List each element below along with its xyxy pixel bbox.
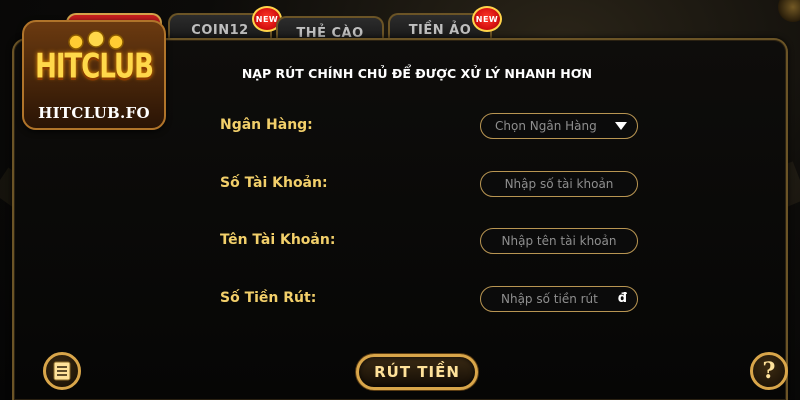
tab-label: COIN12 <box>191 22 249 38</box>
tab-label: TIỀN ẢO <box>408 22 472 38</box>
withdraw-button[interactable]: RÚT TIỀN <box>356 354 478 390</box>
question-icon: ? <box>762 358 776 384</box>
hitclub-logo: HITCLUB HITCLUB.FO <box>22 20 166 130</box>
corner-decoration <box>778 0 800 22</box>
account-number-placeholder: Nhập số tài khoản <box>504 177 614 191</box>
bank-select[interactable]: Chọn Ngân Hàng <box>480 113 638 139</box>
account-name-placeholder: Nhập tên tài khoản <box>501 234 617 248</box>
account-number-label: Số Tài Khoản: <box>220 175 328 191</box>
history-list-icon <box>53 361 71 381</box>
currency-symbol: đ <box>617 291 627 306</box>
bank-select-value: Chọn Ngân Hàng <box>495 119 597 133</box>
amount-input[interactable]: Nhập số tiền rút đ <box>480 286 638 312</box>
new-badge: NEW <box>472 6 502 32</box>
help-button[interactable]: ? <box>750 352 788 390</box>
account-name-label: Tên Tài Khoản: <box>220 232 336 248</box>
logo-wordmark: HITCLUB <box>35 47 154 87</box>
account-name-input[interactable]: Nhập tên tài khoản <box>480 228 638 254</box>
caret-down-icon <box>615 122 627 130</box>
account-number-input[interactable]: Nhập số tài khoản <box>480 171 638 197</box>
logo-domain: HITCLUB.FO <box>38 104 150 122</box>
amount-label: Số Tiền Rút: <box>220 290 317 306</box>
history-button[interactable] <box>43 352 81 390</box>
bank-label: Ngân Hàng: <box>220 117 313 133</box>
amount-placeholder: Nhập số tiền rút <box>501 292 598 306</box>
